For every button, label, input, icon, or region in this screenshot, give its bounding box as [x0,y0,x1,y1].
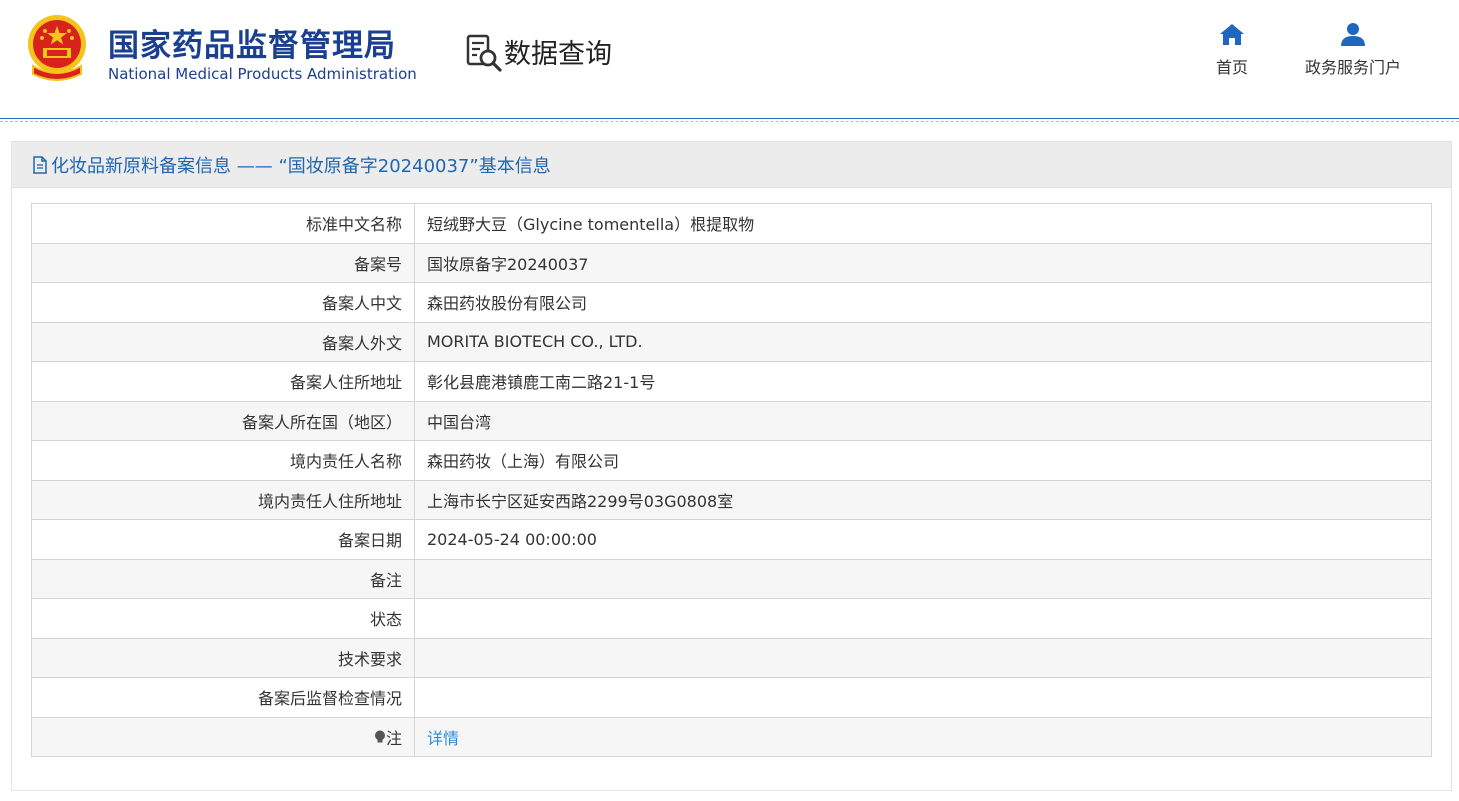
note-label-cell: 注 [31,716,415,757]
nav-service-portal[interactable]: 政务服务门户 [1294,22,1412,78]
table-row: 备案号 国妆原备字20240037 [31,242,1432,283]
field-label: 状态 [31,598,415,639]
field-label: 备案人所在国（地区） [31,400,415,441]
table-row: 备案人所在国（地区） 中国台湾 [31,400,1432,441]
field-label: 境内责任人名称 [31,440,415,481]
field-value [414,598,1432,639]
table-row: 标准中文名称 短绒野大豆（Glycine tomentella）根提取物 [31,203,1432,244]
table-row: 备案人住所地址 彰化县鹿港镇鹿工南二路21-1号 [31,361,1432,402]
nav-portal-label: 政务服务门户 [1304,58,1401,77]
field-value: 森田药妆（上海）有限公司 [414,440,1432,481]
home-icon [1220,24,1244,45]
field-label: 标准中文名称 [31,203,415,244]
field-value: 国妆原备字20240037 [414,242,1432,283]
field-label: 备注 [31,558,415,599]
field-value [414,558,1432,599]
panel-title: 化妆品新原料备案信息 —— “国妆原备字20240037”基本信息 [51,155,551,177]
user-icon [1341,23,1365,46]
table-row: 备案人中文 森田药妆股份有限公司 [31,282,1432,323]
field-value: 中国台湾 [414,400,1432,441]
nav-home[interactable]: 首页 [1207,22,1257,78]
field-value: 森田药妆股份有限公司 [414,282,1432,323]
note-label: 注 [385,728,402,748]
agency-name-en: National Medical Products Administration [108,65,417,83]
table-row: 技术要求 [31,637,1432,678]
note-value-cell: 详情 [414,716,1432,757]
site-header: 国家药品监督管理局 National Medical Products Admi… [0,0,1459,119]
field-value: 短绒野大豆（Glycine tomentella）根提取物 [414,203,1432,244]
field-value [414,637,1432,678]
table-row: 备案人外文 MORITA BIOTECH CO., LTD. [31,321,1432,362]
field-value [414,677,1432,718]
table-row: 备注 [31,558,1432,599]
table-row: 境内责任人住所地址 上海市长宁区延安西路2299号03G0808室 [31,479,1432,520]
header-divider [0,121,1459,122]
panel-header: 化妆品新原料备案信息 —— “国妆原备字20240037”基本信息 [12,142,1451,188]
table-row: 备案日期 2024-05-24 00:00:00 [31,519,1432,560]
data-search-icon [466,34,502,72]
field-label: 备案人住所地址 [31,361,415,402]
field-label: 备案人外文 [31,321,415,362]
bulb-icon [374,730,385,743]
table-row: 境内责任人名称 森田药妆（上海）有限公司 [31,440,1432,481]
field-label: 技术要求 [31,637,415,678]
record-panel: 化妆品新原料备案信息 —— “国妆原备字20240037”基本信息 标准中文名称… [11,141,1452,791]
note-row: 注 详情 [31,716,1432,757]
field-label: 备案日期 [31,519,415,560]
field-label: 备案人中文 [31,282,415,323]
national-emblem-icon [28,15,86,81]
table-row: 备案后监督检查情况 [31,677,1432,718]
detail-link[interactable]: 详情 [427,729,459,748]
table-row: 状态 [31,598,1432,639]
agency-name-cn: 国家药品监督管理局 [108,28,396,64]
field-value: 彰化县鹿港镇鹿工南二路21-1号 [414,361,1432,402]
field-label: 备案号 [31,242,415,283]
field-value: 2024-05-24 00:00:00 [414,519,1432,560]
field-label: 备案后监督检查情况 [31,677,415,718]
record-table: 标准中文名称 短绒野大豆（Glycine tomentella）根提取物 备案号 国妆… [31,203,1432,757]
document-icon [33,155,47,174]
field-value: 上海市长宁区延安西路2299号03G0808室 [414,479,1432,520]
nav-home-label: 首页 [1215,58,1248,77]
query-title: 数据查询 [504,39,612,70]
field-label: 境内责任人住所地址 [31,479,415,520]
field-value: MORITA BIOTECH CO., LTD. [414,321,1432,362]
